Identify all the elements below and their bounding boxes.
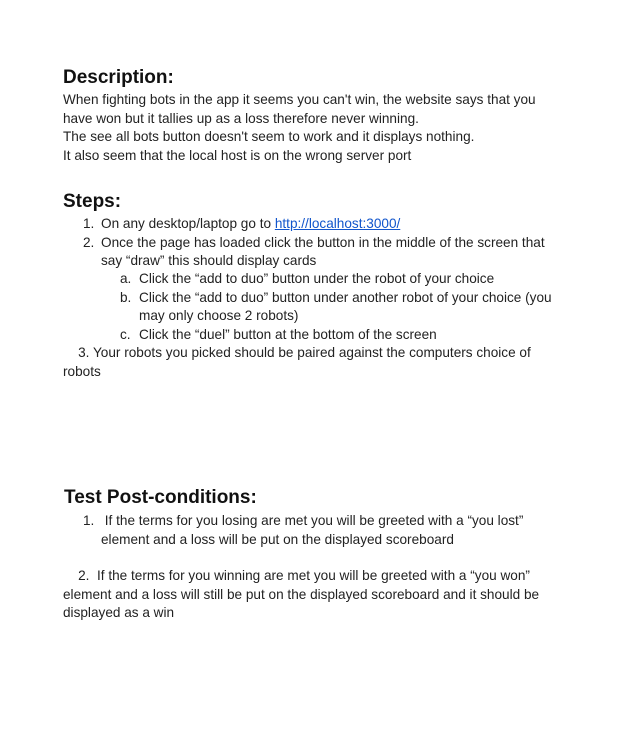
- postcondition-1-line: If the terms for you losing are met you …: [101, 513, 524, 528]
- postcondition-1-marker: 1.: [83, 513, 95, 528]
- description-line: The see all bots button doesn't seem to …: [63, 129, 475, 144]
- step-1-marker: 1.: [83, 216, 95, 231]
- substep-c-text: Click the “duel” button at the bottom of…: [139, 326, 437, 342]
- step-2-line: say “draw” this should display cards: [101, 253, 317, 268]
- step-1-label: On any desktop/laptop go to: [101, 216, 275, 231]
- description-heading: Description:: [63, 67, 174, 88]
- substep-b-marker: b.: [120, 289, 132, 305]
- localhost-link[interactable]: http://localhost:3000/: [275, 216, 400, 231]
- substep-a-marker: a.: [120, 271, 132, 286]
- postcondition-2-line: displayed as a win: [63, 605, 175, 620]
- postconditions-heading: Test Post-conditions:: [64, 487, 257, 508]
- postcondition-1-line: element and a loss will be put on the di…: [101, 531, 454, 547]
- step-3-line: robots: [63, 363, 101, 379]
- substep-c-marker: c.: [120, 326, 131, 342]
- step-2-marker: 2.: [83, 234, 95, 250]
- step-3-line: 3. Your robots you picked should be pair…: [63, 345, 531, 360]
- substep-b-text: may only choose 2 robots): [139, 308, 299, 323]
- description-line: It also seem that the local host is on t…: [63, 147, 412, 163]
- postcondition-2-line: element and a loss will still be put on …: [63, 586, 540, 602]
- description-line: have won but it tallies up as a loss the…: [63, 110, 419, 126]
- substep-b-text: Click the “add to duo” button under anot…: [139, 289, 552, 305]
- steps-heading: Steps:: [63, 191, 122, 212]
- postcondition-2-line: 2. If the terms for you winning are met …: [63, 568, 530, 583]
- description-line: When fighting bots in the app it seems y…: [63, 92, 536, 107]
- step-2-line: Once the page has loaded click the butto…: [101, 234, 545, 250]
- substep-a-text: Click the “add to duo” button under the …: [139, 271, 495, 286]
- step-1-text: On any desktop/laptop go to http://local…: [101, 215, 400, 234]
